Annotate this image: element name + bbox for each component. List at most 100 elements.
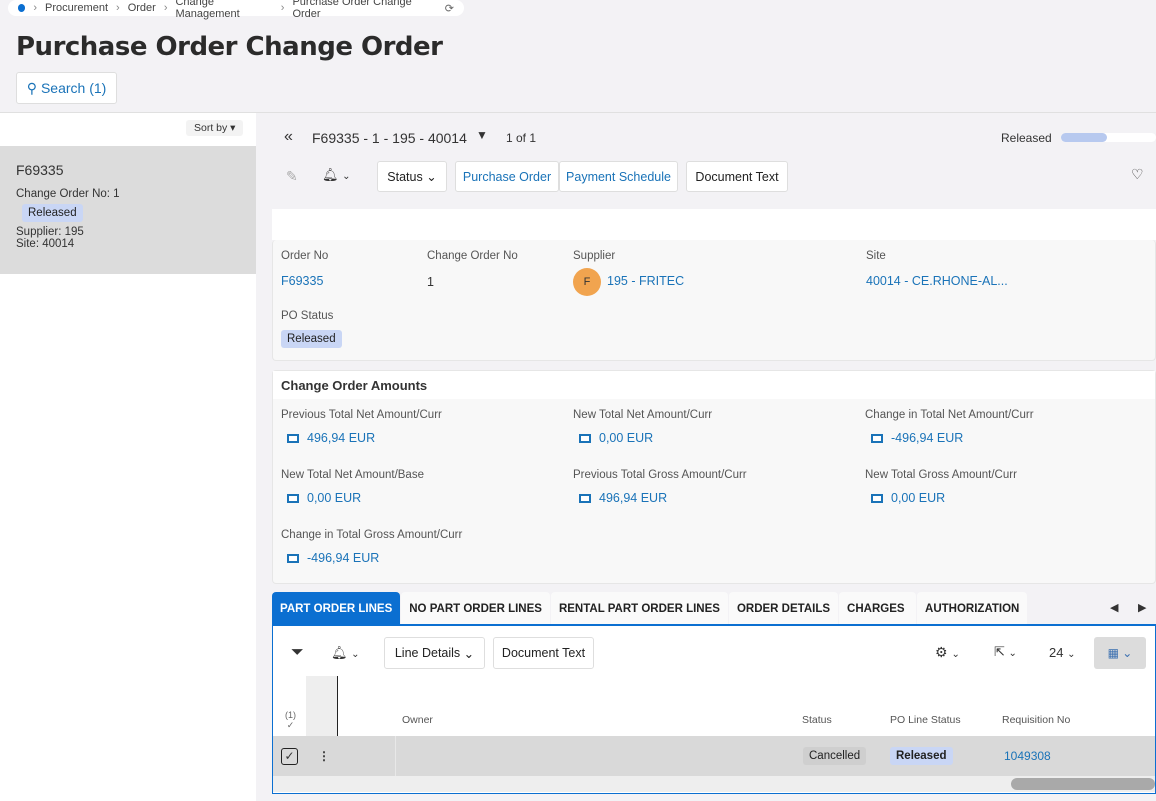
refresh-icon[interactable]: ⟳	[445, 2, 454, 15]
breadcrumb-order[interactable]: Order	[128, 2, 156, 14]
tab-authorization[interactable]: AUTHORIZATION	[917, 592, 1028, 626]
order-no-link[interactable]: F69335	[281, 274, 323, 288]
cell-po-line-status: Released	[890, 747, 953, 765]
amount-label: Change in Total Gross Amount/Curr	[281, 529, 463, 541]
state-label: Released	[1001, 131, 1052, 145]
amount-field: Change in Total Net Amount/Curr -496,94 …	[865, 409, 1034, 445]
amount-value[interactable]: 0,00 EUR	[871, 491, 1017, 505]
favorite-heart-icon[interactable]: ♡	[1131, 166, 1144, 183]
amount-field: New Total Net Amount/Base 0,00 EUR	[281, 469, 424, 505]
tab-no-part-order-lines[interactable]: NO PART ORDER LINES	[401, 592, 550, 626]
tab-scroll-right-icon[interactable]: ▶	[1138, 601, 1146, 614]
tab-part-order-lines[interactable]: PART ORDER LINES	[272, 592, 401, 626]
row-checkbox[interactable]: ✓	[281, 747, 298, 765]
status-dropdown[interactable]: Status ⌄	[377, 161, 447, 192]
search-button[interactable]: ⚲ Search (1)	[16, 72, 117, 104]
status-badge: Released	[22, 204, 83, 222]
po-status-label: PO Status	[281, 310, 334, 322]
home-icon[interactable]	[18, 4, 26, 12]
filter-icon[interactable]: ⏷	[291, 644, 304, 662]
column-requisition-no[interactable]: Requisition No	[1002, 714, 1070, 726]
line-details-dropdown[interactable]: Line Details ⌄	[384, 637, 485, 669]
tab-rental-part-order-lines[interactable]: RENTAL PART ORDER LINES	[550, 592, 728, 626]
label: Supplier:	[16, 226, 62, 238]
grid-bell-icon[interactable]: 🔔︎ ⌄	[331, 645, 360, 661]
amount-label: Previous Total Gross Amount/Curr	[573, 469, 747, 481]
label: Site:	[16, 238, 40, 250]
list-item-title: F69335	[16, 162, 64, 178]
change-no-value: 1	[427, 275, 434, 289]
tab-bar: PART ORDER LINES NO PART ORDER LINES RENTA…	[272, 592, 1028, 626]
column-po-line-status[interactable]: PO Line Status	[890, 714, 961, 726]
supplier-link[interactable]: 195 - FRITEC	[607, 274, 684, 288]
record-count: 1 of 1	[506, 131, 537, 145]
document-text-button[interactable]: Document Text	[686, 161, 788, 192]
amount-value[interactable]: 0,00 EUR	[287, 491, 424, 505]
part-order-lines-grid: ⏷ 🔔︎ ⌄ Line Details ⌄ Document Text ⚙ ⌄ …	[272, 624, 1156, 794]
amount-label: Previous Total Net Amount/Curr	[281, 409, 442, 421]
column-status[interactable]: Status	[802, 714, 832, 726]
value: 1	[113, 188, 120, 200]
table-row[interactable]: ✓ ⋮ Cancelled Released 1049308	[273, 736, 1155, 776]
supplier-avatar: F	[573, 268, 601, 296]
payment-schedule-button[interactable]: Payment Schedule	[559, 161, 678, 192]
purchase-order-button[interactable]: Purchase Order	[455, 161, 559, 192]
breadcrumb-current: Purchase Order Change Order	[292, 0, 412, 20]
column-owner[interactable]: Owner	[402, 714, 433, 726]
tab-order-details[interactable]: ORDER DETAILS	[728, 592, 839, 626]
search-icon: ⚲	[26, 79, 37, 96]
amounts-title: Change Order Amounts	[273, 371, 1155, 399]
collapse-icon[interactable]: «	[284, 128, 293, 146]
tab-charges[interactable]: CHARGES	[839, 592, 917, 626]
header-strip	[272, 209, 1156, 240]
export-icon[interactable]: ⇱ ⌄	[994, 644, 1017, 660]
breadcrumb-procurement[interactable]: Procurement	[45, 2, 108, 14]
cell-requisition-link[interactable]: 1049308	[1004, 749, 1051, 763]
record-dropdown-icon[interactable]: ▼	[476, 128, 488, 142]
amount-field: Previous Total Net Amount/Curr 496,94 EU…	[281, 409, 442, 445]
breadcrumb-change-management[interactable]: Change Management	[175, 0, 272, 20]
amount-value[interactable]: 496,94 EUR	[579, 491, 747, 505]
site-label: Site	[866, 250, 886, 262]
supplier-label: Supplier	[573, 250, 616, 262]
tab-scroll-left-icon[interactable]: ◀	[1110, 601, 1118, 614]
currency-icon	[579, 493, 591, 503]
amount-field: New Total Net Amount/Curr 0,00 EUR	[573, 409, 712, 445]
record-title: F69335 - 1 - 195 - 40014	[312, 130, 467, 146]
amount-label: Change in Total Net Amount/Curr	[865, 409, 1034, 421]
state-progress	[1061, 133, 1156, 142]
currency-icon	[287, 433, 299, 443]
settings-gear-icon[interactable]: ⚙ ⌄	[935, 644, 960, 661]
amount-value[interactable]: 496,94 EUR	[287, 431, 442, 445]
site-link[interactable]: 40014 - CE.RHONE-AL...	[866, 274, 1008, 288]
grid-document-text-button[interactable]: Document Text	[493, 637, 594, 669]
notification-bell-icon[interactable]: 🔔︎ ⌄	[322, 167, 351, 183]
label: Change Order No:	[16, 188, 110, 200]
row-menu-icon[interactable]: ⋮	[318, 749, 330, 763]
currency-icon	[871, 433, 883, 443]
amount-value[interactable]: 0,00 EUR	[579, 431, 712, 445]
list-item[interactable]: F69335 Change Order No: 1 Released Suppl…	[0, 146, 256, 274]
value: 40014	[42, 238, 75, 250]
search-label: Search (1)	[40, 80, 107, 96]
currency-icon	[579, 433, 591, 443]
amount-value[interactable]: -496,94 EUR	[287, 551, 462, 565]
page-size-dropdown[interactable]: 24 ⌄	[1049, 645, 1075, 660]
currency-icon	[287, 553, 299, 563]
edit-icon[interactable]: ✎	[286, 168, 298, 185]
sort-by-button[interactable]: Sort by ▾	[186, 120, 244, 136]
order-header-panel: Order No F69335 Change Order No 1 Suppli…	[272, 240, 1156, 361]
change-no-label: Change Order No	[427, 250, 518, 262]
table-view-icon[interactable]: ▦ ⌄	[1094, 637, 1146, 669]
value: 195	[64, 226, 84, 238]
horizontal-scrollbar[interactable]	[273, 776, 1155, 792]
amount-label: New Total Net Amount/Base	[281, 469, 424, 481]
currency-icon	[871, 493, 883, 503]
amount-field: New Total Gross Amount/Curr 0,00 EUR	[865, 469, 1017, 505]
amount-value[interactable]: -496,94 EUR	[871, 431, 1034, 445]
order-no-label: Order No	[281, 250, 329, 262]
amount-label: New Total Net Amount/Curr	[573, 409, 713, 421]
breadcrumb: › Procurement › Order › Change Management ›…	[8, 0, 464, 20]
currency-icon	[287, 493, 299, 503]
amounts-panel: Change Order Amounts Previous Total Net …	[272, 370, 1156, 584]
